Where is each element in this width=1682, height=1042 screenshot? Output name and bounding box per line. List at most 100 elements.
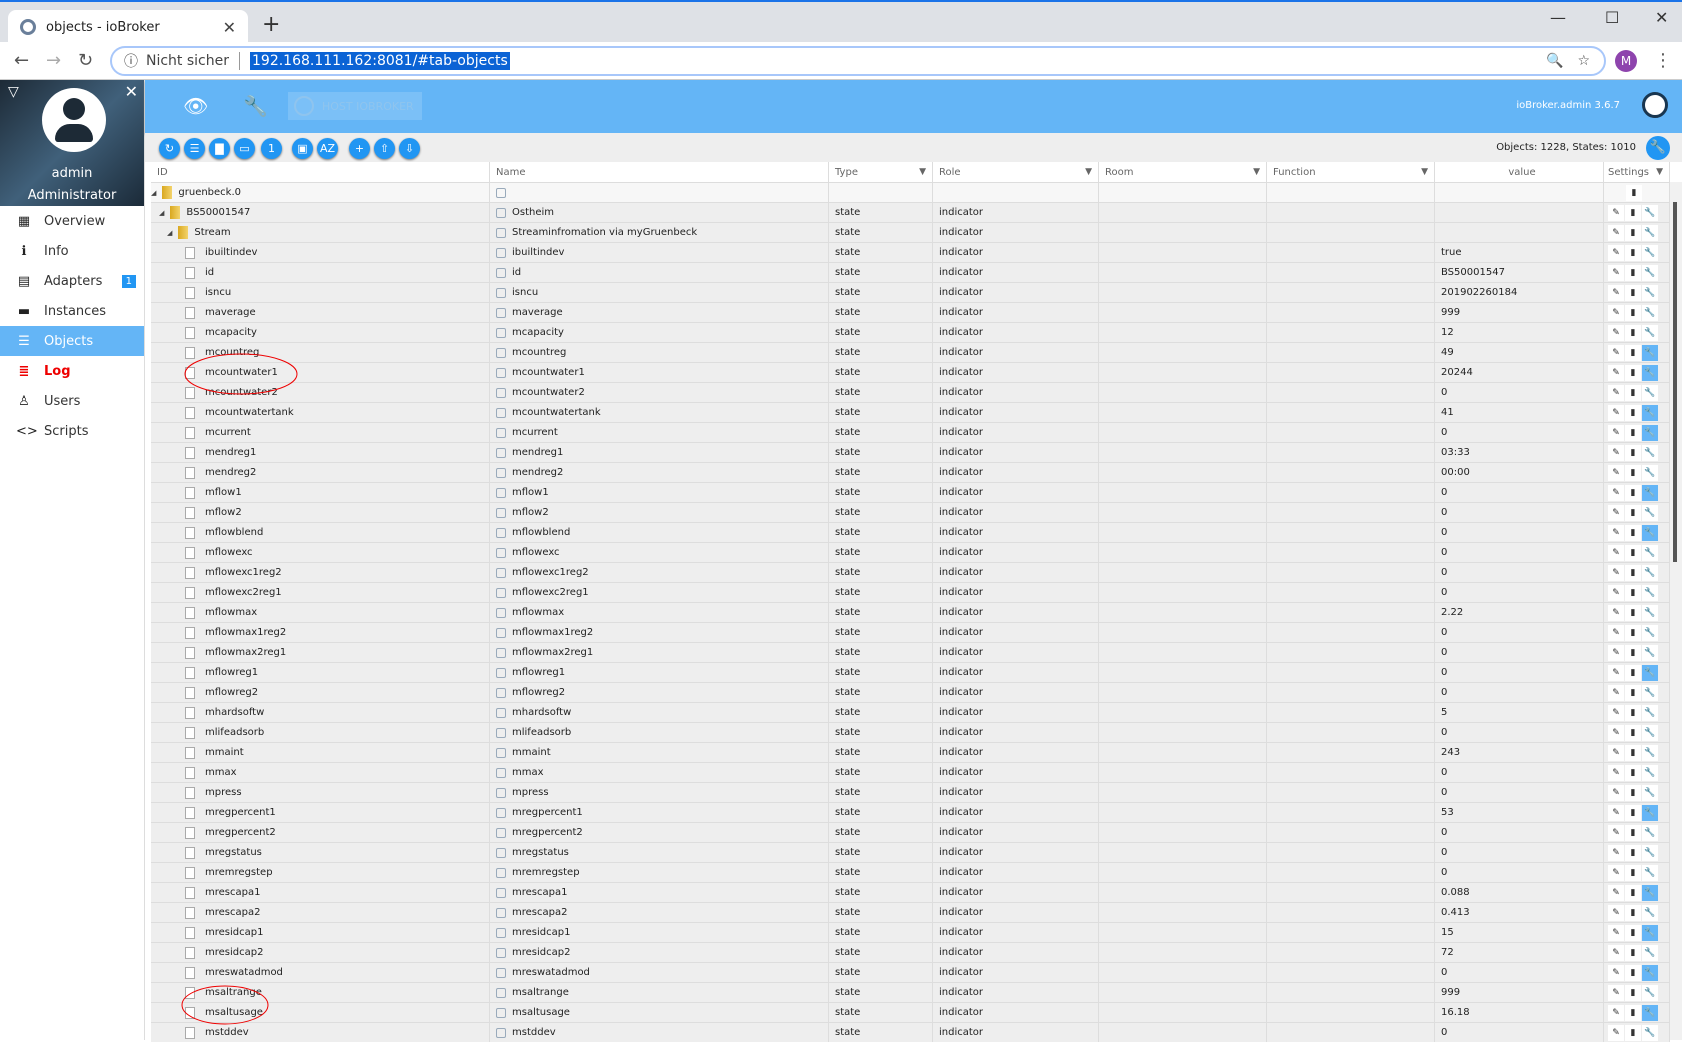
edit-icon[interactable]: ✎ — [1608, 264, 1624, 281]
column-header-role[interactable]: Role ▼ — [933, 162, 1099, 182]
edit-icon[interactable]: ✎ — [1608, 724, 1624, 741]
wrench-icon[interactable]: 🔧 — [1642, 264, 1658, 281]
cell-value[interactable]: 0 — [1435, 843, 1604, 862]
minimize-button[interactable]: — — [1550, 8, 1566, 27]
table-row[interactable]: mresidcap2 mresidcap2 state indicator 72… — [151, 942, 1670, 962]
cell-name[interactable]: mcountreg — [490, 343, 829, 362]
profile-avatar[interactable]: M — [1615, 50, 1637, 72]
table-row[interactable]: mregpercent1 mregpercent1 state indicato… — [151, 802, 1670, 822]
cell-name[interactable]: mendreg2 — [490, 463, 829, 482]
sidebar-item-overview[interactable]: ▦ Overview — [0, 206, 144, 236]
cell-function[interactable] — [1267, 223, 1435, 242]
cell-function[interactable] — [1267, 923, 1435, 942]
delete-icon[interactable]: ▮ — [1625, 944, 1641, 961]
cell-room[interactable] — [1099, 683, 1267, 702]
delete-icon[interactable]: ▮ — [1625, 404, 1641, 421]
cell-name[interactable]: mregstatus — [490, 843, 829, 862]
cell-value[interactable]: 0 — [1435, 383, 1604, 402]
cell-name[interactable]: ibuiltindev — [490, 243, 829, 262]
edit-icon[interactable]: ✎ — [1608, 424, 1624, 441]
filter-dropdown-icon[interactable]: ▼ — [1253, 167, 1260, 177]
delete-icon[interactable]: ▮ — [1625, 884, 1641, 901]
cell-function[interactable] — [1267, 183, 1435, 202]
cell-name[interactable]: mflow1 — [490, 483, 829, 502]
delete-icon[interactable]: ▮ — [1625, 1004, 1641, 1021]
sidebar-item-log[interactable]: ≣ Log — [0, 356, 144, 386]
cell-name[interactable]: mmaint — [490, 743, 829, 762]
wrench-icon[interactable]: 🔧 — [1642, 964, 1658, 981]
edit-icon[interactable]: ✎ — [1608, 284, 1624, 301]
collapse-triangle-icon[interactable]: ▽ — [8, 84, 19, 100]
cell-name[interactable]: msaltusage — [490, 1003, 829, 1022]
delete-icon[interactable]: ▮ — [1625, 344, 1641, 361]
cell-value[interactable]: 00:00 — [1435, 463, 1604, 482]
reload-button[interactable]: ↻ — [78, 50, 93, 71]
cell-function[interactable] — [1267, 323, 1435, 342]
table-row[interactable]: mcapacity mcapacity state indicator 12 ✎… — [151, 322, 1670, 342]
cell-value[interactable]: 0 — [1435, 723, 1604, 742]
delete-icon[interactable]: ▮ — [1625, 604, 1641, 621]
refresh-button[interactable]: ↻ — [159, 138, 180, 159]
wrench-icon[interactable]: 🔧 — [1642, 444, 1658, 461]
close-sidebar-icon[interactable]: ✕ — [125, 82, 138, 101]
edit-icon[interactable]: ✎ — [1608, 924, 1624, 941]
table-row[interactable]: mflow2 mflow2 state indicator 0 ✎ ▮ 🔧 — [151, 502, 1670, 522]
cell-name[interactable]: mregpercent1 — [490, 803, 829, 822]
edit-icon[interactable]: ✎ — [1608, 1004, 1624, 1021]
cell-value[interactable]: 0 — [1435, 623, 1604, 642]
cell-function[interactable] — [1267, 663, 1435, 682]
table-row[interactable]: mhardsoftw mhardsoftw state indicator 5 … — [151, 702, 1670, 722]
level-button[interactable]: 1 — [261, 138, 282, 159]
sidebar-item-users[interactable]: ♙ Users — [0, 386, 144, 416]
cell-function[interactable] — [1267, 783, 1435, 802]
cell-name[interactable]: mflowexc1reg2 — [490, 563, 829, 582]
cell-function[interactable] — [1267, 863, 1435, 882]
cell-room[interactable] — [1099, 903, 1267, 922]
cell-room[interactable] — [1099, 323, 1267, 342]
cell-room[interactable] — [1099, 263, 1267, 282]
wrench-icon[interactable]: 🔧 — [1642, 884, 1658, 901]
wrench-icon[interactable]: 🔧 — [1642, 824, 1658, 841]
cell-function[interactable] — [1267, 583, 1435, 602]
cell-name[interactable]: mcountwater2 — [490, 383, 829, 402]
forward-button[interactable]: → — [46, 50, 61, 71]
table-row[interactable]: mreswatadmod mreswatadmod state indicato… — [151, 962, 1670, 982]
wrench-icon[interactable]: 🔧 — [1642, 204, 1658, 221]
cell-value[interactable]: 0 — [1435, 563, 1604, 582]
cell-function[interactable] — [1267, 563, 1435, 582]
cell-room[interactable] — [1099, 783, 1267, 802]
cell-room[interactable] — [1099, 423, 1267, 442]
table-row[interactable]: maverage maverage state indicator 999 ✎ ▮… — [151, 302, 1670, 322]
cell-function[interactable] — [1267, 283, 1435, 302]
edit-icon[interactable]: ✎ — [1608, 644, 1624, 661]
cell-name[interactable]: mstddev — [490, 1023, 829, 1042]
cell-name[interactable]: mflowexc2reg1 — [490, 583, 829, 602]
cell-function[interactable] — [1267, 963, 1435, 982]
edit-icon[interactable]: ✎ — [1608, 624, 1624, 641]
sidebar-item-info[interactable]: ℹ Info — [0, 236, 144, 266]
cell-value[interactable]: BS50001547 — [1435, 263, 1604, 282]
wrench-icon[interactable]: 🔧 — [1642, 924, 1658, 941]
cell-name[interactable]: mcapacity — [490, 323, 829, 342]
cell-room[interactable] — [1099, 443, 1267, 462]
table-row[interactable]: ibuiltindev ibuiltindev state indicator … — [151, 242, 1670, 262]
cell-value[interactable]: 243 — [1435, 743, 1604, 762]
wrench-icon[interactable]: 🔧 — [1642, 324, 1658, 341]
cell-value[interactable]: 0 — [1435, 763, 1604, 782]
cell-name[interactable]: mflowmax2reg1 — [490, 643, 829, 662]
cell-name[interactable]: mrescapa1 — [490, 883, 829, 902]
delete-icon[interactable]: ▮ — [1625, 764, 1641, 781]
expand-triangle-icon[interactable]: ◢ — [167, 229, 172, 237]
edit-icon[interactable]: ✎ — [1608, 844, 1624, 861]
cell-function[interactable] — [1267, 603, 1435, 622]
delete-icon[interactable]: ▮ — [1625, 304, 1641, 321]
cell-room[interactable] — [1099, 243, 1267, 262]
delete-icon[interactable]: ▮ — [1625, 744, 1641, 761]
wrench-icon[interactable]: 🔧 — [1642, 224, 1658, 241]
wrench-icon[interactable]: 🔧 — [1642, 784, 1658, 801]
cell-room[interactable] — [1099, 763, 1267, 782]
filter-dropdown-icon[interactable]: ▼ — [1656, 167, 1663, 177]
cell-function[interactable] — [1267, 363, 1435, 382]
cell-function[interactable] — [1267, 423, 1435, 442]
cell-room[interactable] — [1099, 823, 1267, 842]
